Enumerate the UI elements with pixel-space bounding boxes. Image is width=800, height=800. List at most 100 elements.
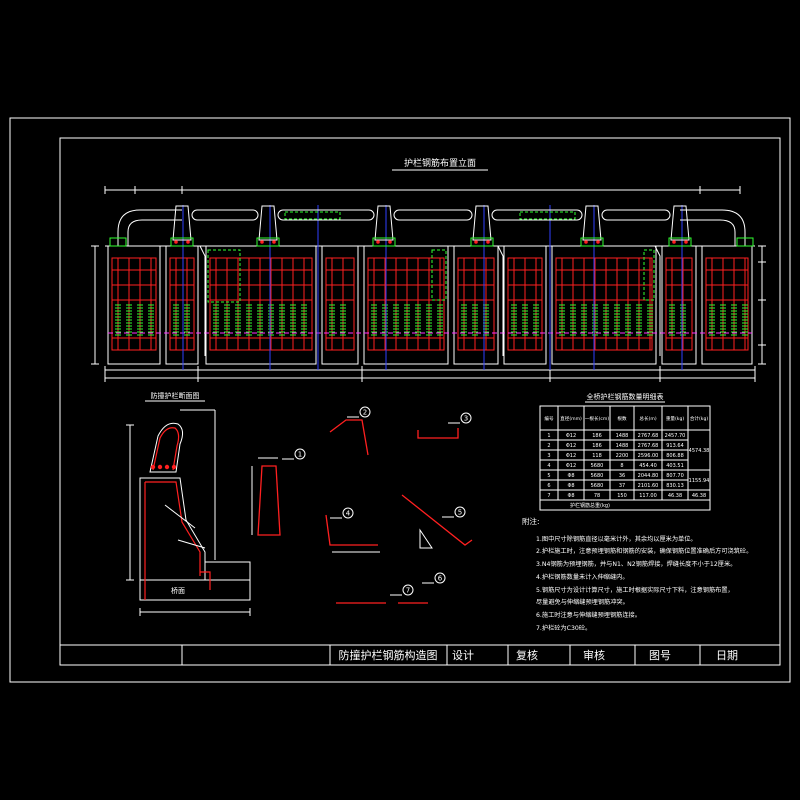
table-cell: 2457.70 xyxy=(665,433,686,439)
note-item: 2.护栏施工时，注意预埋钢筋和钢筋的安装，确保钢筋位置准确后方可浇筑砼。 xyxy=(536,547,752,555)
design-label: 设计 xyxy=(452,649,474,662)
drawing-no-label: 图号 xyxy=(649,649,671,662)
section-view: 防撞护栏断面图 桥面 xyxy=(126,391,251,616)
table-cell: 1488 xyxy=(616,433,629,439)
note-item: 6.施工时注意与伸缩缝预埋钢筋连接。 xyxy=(536,611,641,619)
check-label: 复核 xyxy=(516,648,538,662)
rebar-dot xyxy=(474,240,478,244)
post xyxy=(258,205,278,241)
post xyxy=(670,205,690,241)
bar-mark-number: 6 xyxy=(438,575,443,583)
table-cell: Φ8 xyxy=(567,473,574,479)
panel xyxy=(661,245,697,365)
table-cell: 2 xyxy=(547,443,550,449)
note-item: 3.N4钢筋为预埋钢筋，并与N1、N2钢筋焊接，焊缝长度不小于12厘米。 xyxy=(536,560,736,568)
rebar-dot xyxy=(164,464,170,470)
section-title: 防撞护栏断面图 xyxy=(151,391,200,400)
table-cell: 807.70 xyxy=(666,473,684,479)
table-cell: 6 xyxy=(547,483,550,489)
bar-shape-4 xyxy=(325,514,378,546)
table-cell: 2767.68 xyxy=(638,443,659,449)
table-cell: Φ8 xyxy=(567,483,574,489)
rail-tube xyxy=(393,209,473,221)
bar-mark-number: 2 xyxy=(363,409,367,417)
table-merged-total: 1155.94 xyxy=(689,478,710,484)
table-cell: 2200 xyxy=(616,453,629,459)
table-header: 合计(kg) xyxy=(690,415,709,422)
panel xyxy=(165,245,199,365)
bar-shape-1 xyxy=(257,465,281,536)
rebar-dot xyxy=(150,464,156,470)
table-grid: 编号 直径(mm) 一根长(cm) 根数 总长(m) 重量(kg) 合计(kg) 1 Φ12 18… xyxy=(539,405,711,511)
drawing-name: 防撞护栏钢筋构造图 xyxy=(339,648,438,662)
table-merged-total: 4574.38 xyxy=(689,448,710,454)
table-cell: 7 xyxy=(547,493,550,499)
table-header: 直径(mm) xyxy=(560,415,582,422)
sleeve-outline xyxy=(284,211,341,220)
break-line xyxy=(199,245,206,356)
table-cell: 830.13 xyxy=(666,483,684,489)
table-footer: 护栏钢筋总重(kg) xyxy=(570,502,610,509)
table-header: 总长(m) xyxy=(639,415,656,422)
rebar-table: 全桥护栏钢筋数量明细表 编号 直径(mm) 一根长(cm) 根数 总长(m) 重量(kg)… xyxy=(539,392,711,511)
table-cell: 36 xyxy=(619,473,625,479)
table-cell: 37 xyxy=(619,483,625,489)
table-cell: 118 xyxy=(592,453,602,459)
table-cell: 5680 xyxy=(591,473,604,479)
note-item: 4.护栏钢筋数量未计入伸缩缝内。 xyxy=(536,573,629,581)
deck-surface xyxy=(205,561,251,580)
barrier-top-profile xyxy=(109,205,754,247)
rebar-dot xyxy=(376,240,380,244)
post-head-rebar xyxy=(152,427,180,471)
rebar-dot xyxy=(260,240,264,244)
table-cell: 78 xyxy=(594,493,600,499)
bar-mark-number: 1 xyxy=(298,451,302,459)
bar-mark-number: 5 xyxy=(458,509,462,517)
elevation-title: 护栏钢筋布置立面 xyxy=(404,157,476,169)
table-cell: 1 xyxy=(547,433,550,439)
post xyxy=(374,205,394,241)
panel-rebar-cage xyxy=(367,257,445,351)
rebar-dot xyxy=(684,240,688,244)
rebar-dot xyxy=(171,464,177,470)
table-cell: 2044.80 xyxy=(638,473,659,479)
note-item: 7.护栏砼为C30砼。 xyxy=(536,624,591,632)
elevation-view: 护栏钢筋布置立面 xyxy=(91,157,766,382)
rebar-dot xyxy=(157,464,163,470)
rebar-dot xyxy=(186,240,190,244)
table-cell: 5680 xyxy=(591,463,604,469)
bar-shape-5 xyxy=(401,494,473,546)
break-line xyxy=(497,245,504,356)
table-cell: Φ12 xyxy=(566,453,576,459)
table-cell: 117.00 xyxy=(639,493,657,499)
rail-tube xyxy=(601,209,671,221)
deck-slab xyxy=(139,579,251,601)
post xyxy=(172,205,192,241)
date-label: 日期 xyxy=(716,649,738,662)
table-cell: Φ12 xyxy=(566,443,576,449)
rebar-dot xyxy=(596,240,600,244)
table-cell: Φ8 xyxy=(567,493,574,499)
table-header: 根数 xyxy=(617,415,627,422)
sleeve-outline xyxy=(519,211,576,220)
barrier-outline xyxy=(139,477,206,581)
rebar-dot xyxy=(672,240,676,244)
table-cell: 46.38 xyxy=(668,493,682,499)
bar-mark-number: 4 xyxy=(346,510,351,518)
panel-rebar-cage xyxy=(209,257,313,351)
panel-rebar-cage xyxy=(457,257,495,351)
rebar-dot xyxy=(272,240,276,244)
table-merged-total: 46.38 xyxy=(692,493,706,499)
note-item: 尽量避免与伸缩缝预埋钢筋冲突。 xyxy=(536,598,629,606)
table-cell: 2767.68 xyxy=(638,433,659,439)
table-cell: 5680 xyxy=(591,483,604,489)
panel-rebar-cage xyxy=(325,257,355,351)
table-cell: Φ12 xyxy=(566,433,576,439)
table-header: 重量(kg) xyxy=(666,415,685,422)
post xyxy=(582,205,602,241)
table-cell: 8 xyxy=(620,463,623,469)
panel-rebar-cage xyxy=(169,257,195,351)
notes: 附注: 1.图中尺寸除钢筋直径以毫米计外，其余均以厘米为单位。 2.护栏施工时，… xyxy=(522,516,752,632)
note-item: 5.钢筋尺寸为设计计算尺寸，施工时根据实际尺寸下料，注意钢筋布置， xyxy=(536,586,734,594)
bar-mark-number: 3 xyxy=(464,415,468,423)
